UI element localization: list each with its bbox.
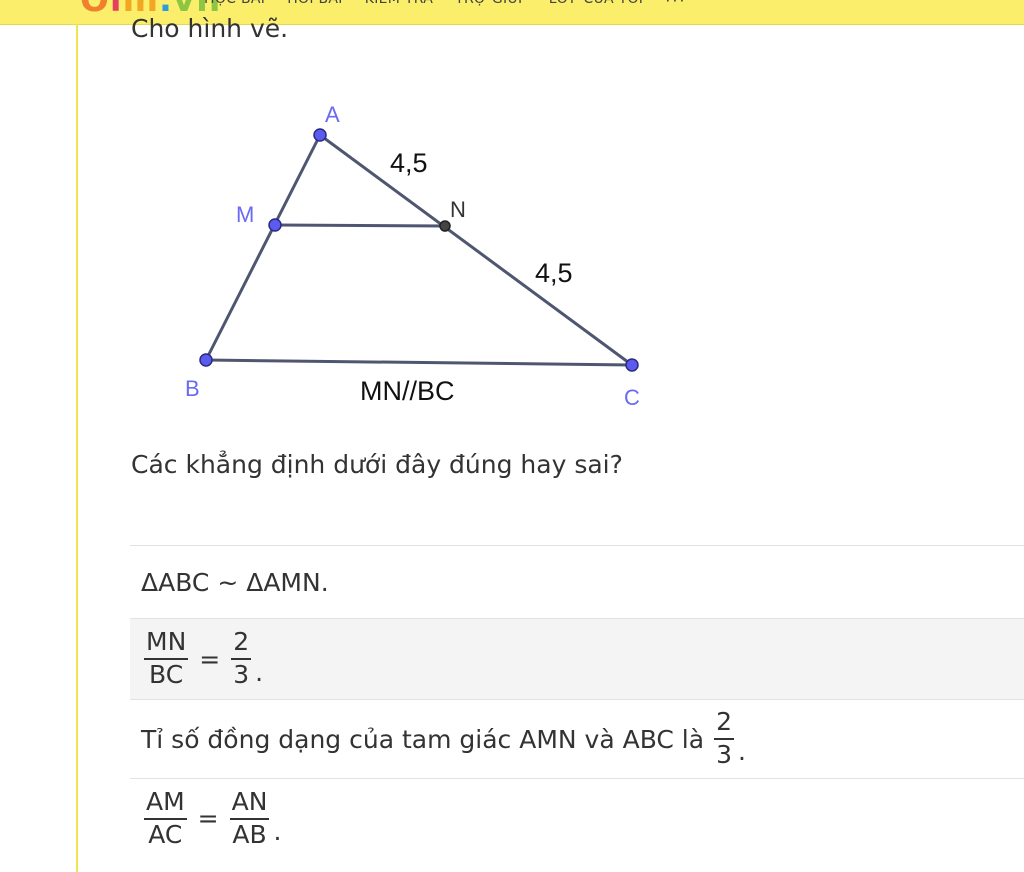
more-menu-icon[interactable]: ···	[665, 0, 686, 10]
fraction-denominator: 3	[716, 740, 732, 769]
label-M: M	[236, 202, 254, 227]
fraction-mn-bc: MN BC	[144, 627, 189, 690]
fraction-numerator: AN	[229, 787, 270, 820]
logo-letter: l	[109, 0, 123, 20]
statement-row-2: MN BC = 2 3 .	[130, 618, 1024, 699]
nav-lop-cua-toi[interactable]: LỚP CỦA TÔI	[549, 0, 644, 10]
nav-hoc-bai[interactable]: HỌC BÀI	[204, 0, 265, 10]
length-AN-label: 4,5	[390, 148, 428, 178]
statement-row-4: AM AC = AN AB .	[130, 778, 1024, 858]
fraction-am-ac: AM AC	[144, 787, 187, 850]
fraction-two-thirds: 2 3	[231, 627, 252, 690]
equals-sign: =	[199, 644, 221, 674]
label-B: B	[185, 376, 200, 401]
point-N	[439, 220, 451, 232]
statement-3-text: Tỉ số đồng dạng của tam giác AMN và ABC …	[141, 724, 705, 754]
period: .	[255, 658, 264, 687]
equals-sign: =	[197, 804, 219, 833]
fraction-two-thirds: 2 3	[714, 707, 734, 770]
fraction-numerator: 2	[714, 707, 734, 740]
segment-BC	[204, 358, 634, 367]
triangle-figure: A M N B C 4,5 4,5 MN//BC	[185, 102, 640, 410]
point-C	[625, 358, 639, 372]
nav-hoi-bai[interactable]: HỎI BÀI	[287, 0, 343, 10]
point-B	[199, 353, 213, 367]
statements-table: ΔABC ~ ΔAMN. MN BC = 2 3 . Tỉ số đồng dạ…	[130, 545, 1024, 858]
period: .	[273, 817, 282, 846]
segment-MN	[273, 223, 447, 228]
content-left-border	[76, 24, 78, 872]
fraction-denominator: BC	[149, 660, 184, 689]
fraction-numerator: AM	[144, 787, 187, 820]
logo-letter: O	[80, 0, 110, 20]
point-M	[268, 218, 282, 232]
length-NC-label: 4,5	[535, 258, 573, 288]
nav-kiem-tra[interactable]: KIỂM TRA	[365, 0, 433, 10]
segment-AB	[204, 133, 322, 362]
point-A	[313, 128, 327, 142]
fraction-denominator: AC	[148, 819, 183, 849]
statement-row-1: ΔABC ~ ΔAMN.	[130, 545, 1024, 618]
main-nav: HỌC BÀI HỎI BÀI KIỂM TRA TRỢ GIÚP LỚP CỦ…	[204, 0, 687, 10]
statement-1-text: ΔABC ~ ΔAMN.	[141, 567, 329, 597]
statement-row-3: Tỉ số đồng dạng của tam giác AMN và ABC …	[130, 699, 1024, 778]
fraction-numerator: 2	[231, 627, 252, 660]
nav-tro-giup[interactable]: TRỢ GIÚP	[455, 0, 527, 10]
fraction-an-ab: AN AB	[229, 787, 270, 850]
question-prompt: Các khẳng định dưới đây đúng hay sai?	[131, 450, 623, 479]
parallel-caption: MN//BC	[360, 376, 455, 406]
problem-intro: Cho hình vẽ.	[131, 14, 289, 43]
period: .	[737, 737, 746, 766]
label-C: C	[624, 385, 640, 410]
fraction-denominator: AB	[232, 819, 267, 849]
segment-AC	[318, 133, 634, 367]
fraction-numerator: MN	[144, 627, 189, 660]
fraction-denominator: 3	[233, 660, 250, 689]
label-N: N	[450, 197, 466, 222]
label-A: A	[325, 102, 340, 127]
